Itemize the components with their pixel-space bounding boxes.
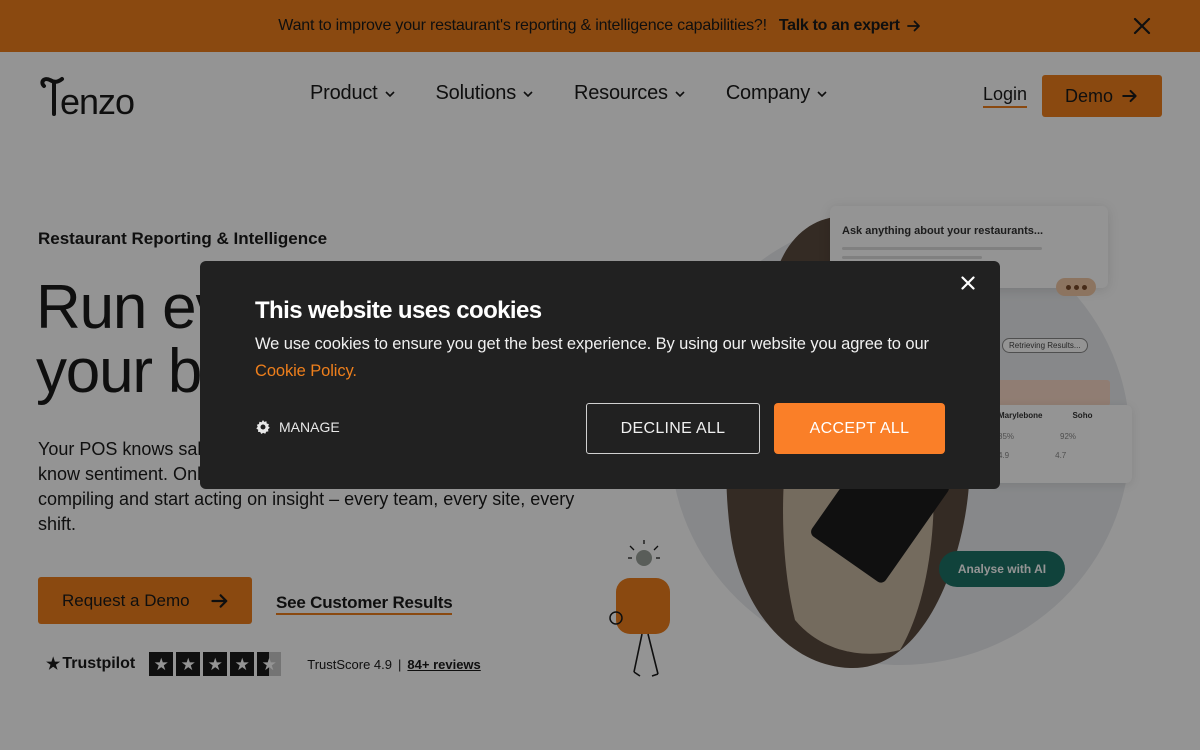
decline-all-button[interactable]: DECLINE ALL	[586, 403, 760, 454]
cookie-dialog-body: We use cookies to ensure you get the bes…	[255, 335, 929, 353]
gear-icon	[256, 420, 270, 434]
accept-all-button[interactable]: ACCEPT ALL	[774, 403, 945, 454]
manage-cookies-button[interactable]: MANAGE	[255, 419, 340, 435]
cookie-policy-link[interactable]: Cookie Policy.	[255, 362, 357, 380]
manage-label: MANAGE	[279, 419, 340, 435]
cookie-dialog-text: We use cookies to ensure you get the bes…	[255, 331, 955, 385]
cookie-consent-dialog: This website uses cookies We use cookies…	[200, 261, 1000, 489]
cookie-dialog-title: This website uses cookies	[255, 297, 542, 324]
close-icon[interactable]	[958, 273, 978, 293]
